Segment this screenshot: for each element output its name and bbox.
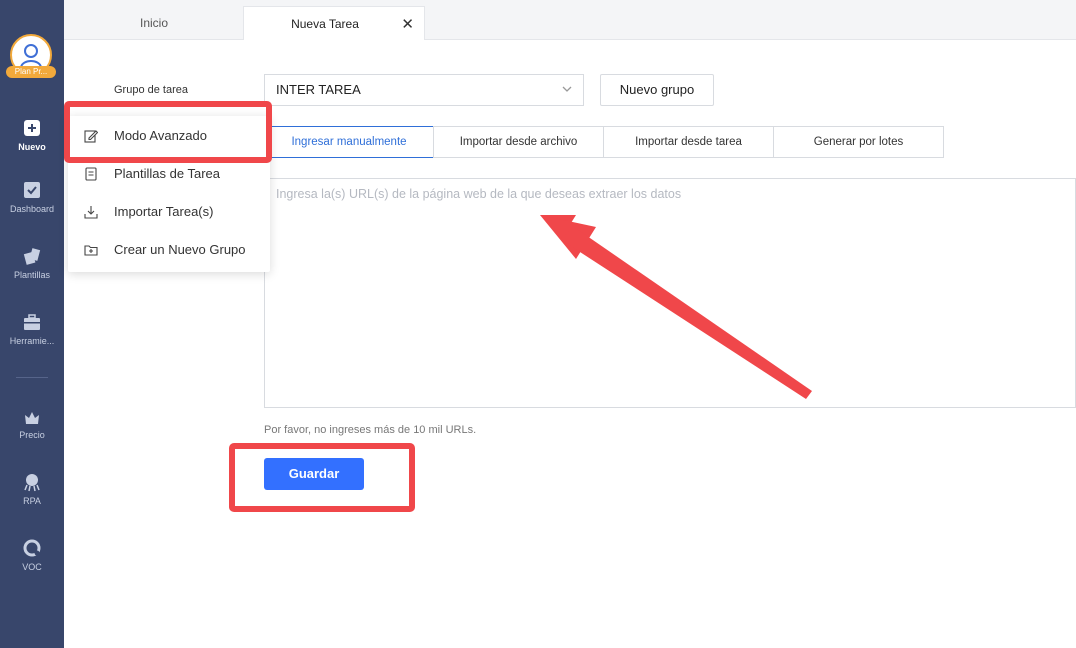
sidebar-item-precio[interactable]: Precio: [0, 406, 64, 440]
tab-inicio[interactable]: Inicio: [88, 6, 220, 40]
annotation-highlight-modo-avanzado: [64, 101, 272, 163]
url-limit-hint: Por favor, no ingreses más de 10 mil URL…: [264, 424, 477, 436]
tab-importar-tarea[interactable]: Importar desde tarea: [603, 126, 774, 158]
tab-label: Nueva Tarea: [291, 16, 359, 31]
sidebar-item-label: Herramie...: [9, 336, 55, 346]
sidebar-item-label: Plantillas: [13, 270, 51, 280]
octopus-robot-icon: [24, 474, 40, 492]
document-list-icon: [85, 167, 97, 181]
close-icon[interactable]: ✕: [401, 15, 414, 33]
sidebar-item-label: Precio: [19, 430, 45, 440]
sidebar-item-label: Nuevo: [18, 142, 46, 152]
annotation-arrow: [540, 215, 812, 399]
sidebar-item-label: VOC: [22, 562, 42, 572]
sidebar-item-plantillas[interactable]: Plantillas: [0, 246, 64, 280]
plus-square-icon: [24, 120, 40, 136]
templates-icon: [23, 248, 41, 265]
menu-item-crear-grupo[interactable]: Crear un Nuevo Grupo: [68, 234, 270, 266]
tab-bar: Inicio Nueva Tarea ✕: [64, 0, 1076, 40]
group-select[interactable]: INTER TAREA: [264, 74, 584, 106]
menu-item-label: Crear un Nuevo Grupo: [114, 242, 246, 257]
new-group-button[interactable]: Nuevo grupo: [600, 74, 714, 106]
annotation-highlight-save: [229, 443, 415, 512]
group-select-value: INTER TAREA: [276, 82, 361, 97]
url-input-placeholder: Ingresa la(s) URL(s) de la página web de…: [276, 187, 682, 201]
crown-basket-icon: [25, 412, 39, 424]
tab-nueva-tarea[interactable]: Nueva Tarea ✕: [243, 6, 425, 40]
toolbox-icon: [24, 314, 40, 330]
menu-item-importar-tareas[interactable]: Importar Tarea(s): [68, 196, 270, 228]
menu-item-label: Importar Tarea(s): [114, 204, 214, 219]
sidebar-item-voc[interactable]: VOC: [0, 538, 64, 572]
sidebar-item-label: RPA: [23, 496, 41, 506]
chevron-down-icon: [562, 86, 572, 92]
group-label: Grupo de tarea: [114, 84, 188, 96]
sidebar: Plan Pr... Nuevo Dashboard Plantillas He…: [0, 0, 64, 648]
tab-importar-archivo[interactable]: Importar desde archivo: [433, 126, 604, 158]
voc-circle-icon: [23, 539, 41, 557]
sidebar-item-herramientas[interactable]: Herramie...: [0, 312, 64, 346]
tab-ingresar-manualmente[interactable]: Ingresar manualmente: [264, 126, 434, 158]
dashboard-check-icon: [24, 182, 40, 198]
tab-generar-lotes[interactable]: Generar por lotes: [773, 126, 944, 158]
folder-plus-icon: [84, 245, 98, 256]
sidebar-item-label: Dashboard: [9, 204, 55, 214]
plan-badge[interactable]: Plan Pr...: [6, 66, 56, 78]
sidebar-item-rpa[interactable]: RPA: [0, 472, 64, 506]
menu-item-label: Plantillas de Tarea: [114, 166, 220, 181]
sidebar-item-dashboard[interactable]: Dashboard: [0, 180, 64, 214]
download-tray-icon: [84, 206, 98, 219]
sidebar-divider: [16, 377, 48, 378]
tab-label: Inicio: [139, 16, 168, 30]
sidebar-item-nuevo[interactable]: Nuevo: [0, 118, 64, 152]
